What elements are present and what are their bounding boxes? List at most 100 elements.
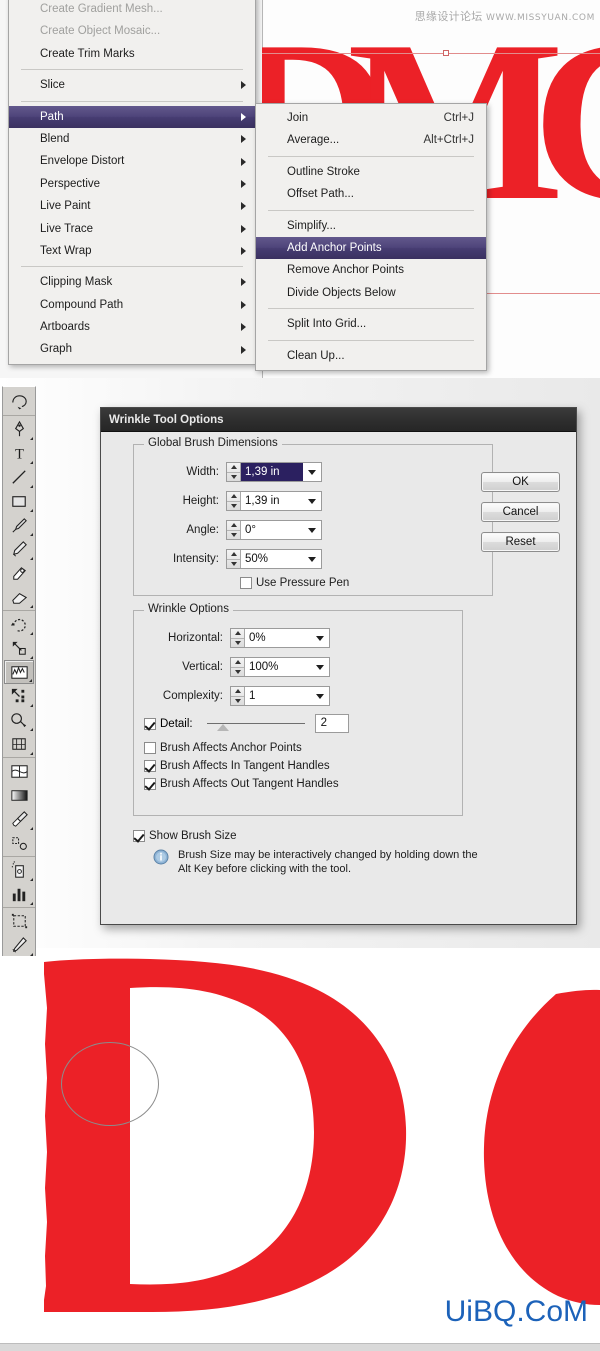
chevron-down-icon[interactable]	[303, 521, 321, 539]
spinner-down-icon[interactable]	[231, 697, 244, 706]
spinner-arrows[interactable]	[227, 492, 241, 510]
tool-flyout-indicator-icon[interactable]	[30, 827, 33, 830]
horizontal-input[interactable]: 0%	[230, 628, 330, 648]
spinner-up-icon[interactable]	[231, 658, 244, 668]
rotate-tool-icon[interactable]	[4, 612, 34, 636]
spinner-up-icon[interactable]	[227, 521, 240, 531]
tool-flyout-indicator-icon[interactable]	[30, 485, 33, 488]
height-input[interactable]: 1,39 in	[226, 491, 322, 511]
spinner-up-icon[interactable]	[227, 463, 240, 473]
menu-item-simplify[interactable]: Simplify...	[256, 215, 486, 237]
column-graph-tool-icon[interactable]	[4, 882, 34, 906]
pencil-tool-icon[interactable]	[4, 537, 34, 561]
blob-brush-tool-icon[interactable]	[4, 561, 34, 585]
detail-slider-row[interactable]: Detail: 2	[144, 714, 452, 733]
use-pressure-pen-row[interactable]: Use Pressure Pen	[240, 577, 482, 589]
tool-flyout-indicator-icon[interactable]	[30, 557, 33, 560]
shape-builder-tool-icon[interactable]	[4, 708, 34, 732]
spinner-down-icon[interactable]	[227, 531, 240, 540]
menu-item-outline-stroke[interactable]: Outline Stroke	[256, 161, 486, 183]
menu-item-live-paint[interactable]: Live Paint	[9, 195, 255, 217]
spinner-arrows[interactable]	[231, 687, 245, 705]
chevron-down-icon[interactable]	[303, 463, 321, 481]
complexity-input[interactable]: 1	[230, 686, 330, 706]
tool-flyout-indicator-icon[interactable]	[30, 704, 33, 707]
field-value[interactable]: 100%	[245, 658, 311, 676]
menu-item-perspective[interactable]: Perspective	[9, 173, 255, 195]
spinner-arrows[interactable]	[227, 550, 241, 568]
menu-item-clean-up[interactable]: Clean Up...	[256, 345, 486, 367]
tool-flyout-indicator-icon[interactable]	[30, 953, 33, 956]
line-tool-icon[interactable]	[4, 465, 34, 489]
spinner-down-icon[interactable]	[227, 473, 240, 482]
menu-item-create-trim-marks[interactable]: Create Trim Marks	[9, 43, 255, 65]
menu-item-slice[interactable]: Slice	[9, 74, 255, 96]
menu-item-join[interactable]: JoinCtrl+J	[256, 107, 486, 129]
tool-flyout-indicator-icon[interactable]	[30, 902, 33, 905]
chevron-down-icon[interactable]	[303, 492, 321, 510]
use-pressure-pen-checkbox[interactable]	[240, 577, 252, 589]
menu-item-path[interactable]: Path	[9, 106, 255, 128]
field-value[interactable]: 1,39 in	[241, 463, 303, 481]
spinner-up-icon[interactable]	[227, 492, 240, 502]
menu-item-blend[interactable]: Blend	[9, 128, 255, 150]
intensity-input[interactable]: 50%	[226, 549, 322, 569]
chevron-down-icon[interactable]	[311, 687, 329, 705]
tool-flyout-indicator-icon[interactable]	[29, 679, 32, 682]
symbol-sprayer-tool-icon[interactable]	[4, 858, 34, 882]
show-brush-size-row[interactable]: Show Brush Size	[133, 830, 566, 842]
artboard-tool-icon[interactable]	[4, 909, 34, 933]
brush-affects-in-tangent-handles-row[interactable]: Brush Affects In Tangent Handles	[144, 760, 452, 772]
spinner-down-icon[interactable]	[231, 639, 244, 648]
field-value[interactable]: 1	[245, 687, 311, 705]
tool-flyout-indicator-icon[interactable]	[30, 728, 33, 731]
tool-flyout-indicator-icon[interactable]	[30, 752, 33, 755]
chevron-down-icon[interactable]	[303, 550, 321, 568]
pen-tool-icon[interactable]	[4, 417, 34, 441]
scale-tool-icon[interactable]	[4, 636, 34, 660]
menu-item-live-trace[interactable]: Live Trace	[9, 218, 255, 240]
spinner-arrows[interactable]	[227, 463, 241, 481]
menu-item-artboards[interactable]: Artboards	[9, 316, 255, 338]
wrinkle-tool-options-dialog[interactable]: Wrinkle Tool Options Global Brush Dimens…	[100, 407, 577, 925]
chevron-down-icon[interactable]	[311, 658, 329, 676]
blend-tool-icon[interactable]	[4, 831, 34, 855]
menu-item-average[interactable]: Average...Alt+Ctrl+J	[256, 129, 486, 151]
brush-affects-anchor-points-row[interactable]: Brush Affects Anchor Points	[144, 742, 452, 754]
tool-flyout-indicator-icon[interactable]	[30, 533, 33, 536]
tool-flyout-indicator-icon[interactable]	[30, 878, 33, 881]
eraser-tool-icon[interactable]	[4, 585, 34, 609]
spinner-up-icon[interactable]	[231, 687, 244, 697]
warp-tool-icon[interactable]	[4, 660, 34, 684]
brush-affects-out-tangent-handles-row[interactable]: Brush Affects Out Tangent Handles	[144, 778, 452, 790]
spinner-up-icon[interactable]	[231, 629, 244, 639]
tool-flyout-indicator-icon[interactable]	[30, 461, 33, 464]
menu-item-add-anchor-points[interactable]: Add Anchor Points	[256, 237, 486, 259]
gradient-tool-icon[interactable]	[4, 783, 34, 807]
object-menu-panel[interactable]: Create Gradient Mesh...Create Object Mos…	[8, 0, 256, 365]
angle-input[interactable]: 0°	[226, 520, 322, 540]
tool-flyout-indicator-icon[interactable]	[30, 509, 33, 512]
spinner-down-icon[interactable]	[231, 668, 244, 677]
detail-checkbox[interactable]	[144, 718, 156, 730]
tool-flyout-indicator-icon[interactable]	[30, 605, 33, 608]
spinner-up-icon[interactable]	[227, 550, 240, 560]
tools-panel[interactable]: T	[2, 386, 36, 956]
brush-affects-out-tangent-handles-checkbox[interactable]	[144, 778, 156, 790]
spinner-down-icon[interactable]	[227, 502, 240, 511]
perspective-grid-tool-icon[interactable]	[4, 732, 34, 756]
spinner-arrows[interactable]	[227, 521, 241, 539]
tool-flyout-indicator-icon[interactable]	[30, 437, 33, 440]
vertical-input[interactable]: 100%	[230, 657, 330, 677]
menu-item-clipping-mask[interactable]: Clipping Mask	[9, 271, 255, 293]
menu-item-text-wrap[interactable]: Text Wrap	[9, 240, 255, 262]
menu-item-compound-path[interactable]: Compound Path	[9, 294, 255, 316]
cancel-button[interactable]: Cancel	[481, 502, 560, 522]
reset-button[interactable]: Reset	[481, 532, 560, 552]
field-value[interactable]: 1,39 in	[241, 492, 303, 510]
width-input[interactable]: 1,39 in	[226, 462, 322, 482]
selection-handle[interactable]	[443, 50, 449, 56]
show-brush-size-checkbox[interactable]	[133, 830, 145, 842]
rectangle-tool-icon[interactable]	[4, 489, 34, 513]
tool-flyout-indicator-icon[interactable]	[30, 632, 33, 635]
